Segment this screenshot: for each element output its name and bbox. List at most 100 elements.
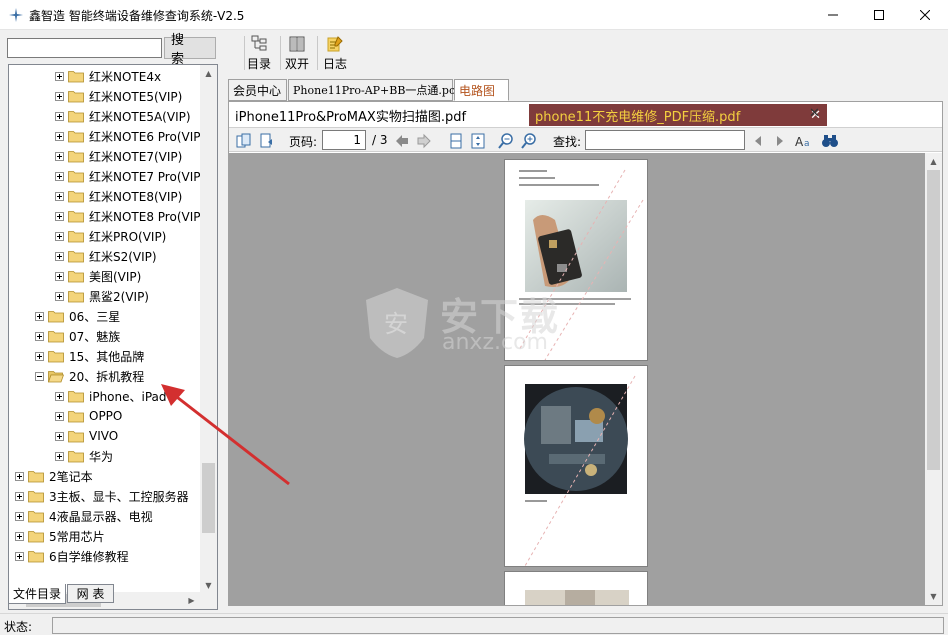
expand-icon[interactable] <box>55 131 64 141</box>
tree-item[interactable]: 红米NOTE4x <box>55 66 161 86</box>
expand-icon[interactable] <box>35 331 44 341</box>
fit-page-button[interactable] <box>258 132 276 150</box>
split-view-label: 双开 <box>284 57 309 71</box>
fit-to-window-button[interactable] <box>469 132 487 150</box>
collapse-icon[interactable] <box>35 371 44 381</box>
folder-icon <box>68 390 84 402</box>
tree-item[interactable]: 4液晶显示器、电视 <box>15 506 153 526</box>
tab-pcb-file[interactable]: Phone11Pro-AP+BB一点通.pcb <box>288 79 462 101</box>
close-tab-icon[interactable]: ✕ <box>809 106 820 121</box>
tree-item[interactable]: 红米NOTE5A(VIP) <box>55 106 191 126</box>
tree-item[interactable]: 5常用芯片 <box>15 526 105 546</box>
tab-netlist[interactable]: 网 表 <box>67 584 114 603</box>
expand-icon[interactable] <box>15 531 24 541</box>
pdf-toolbar: 页码: 1 / 3 查找: A a <box>229 127 942 152</box>
tree-item[interactable]: iPhone、iPad <box>55 386 167 406</box>
tree-item[interactable]: 红米NOTE8 Pro(VIP <box>55 206 200 226</box>
tab-member-center[interactable]: 会员中心 <box>228 79 287 101</box>
scroll-down-icon[interactable]: ▼ <box>925 588 942 605</box>
zoom-out-button[interactable] <box>520 132 538 150</box>
expand-icon[interactable] <box>55 231 64 241</box>
pdf-page-view[interactable]: ▲ ▼ <box>229 153 942 605</box>
scroll-up-icon[interactable]: ▲ <box>200 65 217 82</box>
tree-item[interactable]: 红米NOTE8(VIP) <box>55 186 182 206</box>
expand-icon[interactable] <box>55 451 64 461</box>
expand-icon[interactable] <box>55 251 64 261</box>
tab-file-directory[interactable]: 文件目录 <box>8 584 66 604</box>
file-tree[interactable]: 红米NOTE4x 红米NOTE5(VIP) 红米NOTE5A(VIP) 红米NOTE6… <box>8 64 218 610</box>
log-button[interactable]: 日志 <box>320 33 350 73</box>
tree-item[interactable]: 红米NOTE7(VIP) <box>55 146 182 166</box>
scroll-thumb[interactable] <box>927 170 940 470</box>
split-view-button[interactable]: 双开 <box>282 33 312 73</box>
close-button[interactable] <box>902 0 948 30</box>
zoom-in-button[interactable] <box>497 132 515 150</box>
tree-item[interactable]: 红米S2(VIP) <box>55 246 157 266</box>
folder-icon <box>68 430 84 442</box>
expand-icon[interactable] <box>55 91 64 101</box>
tree-item[interactable]: 黑鲨2(VIP) <box>55 286 149 306</box>
search-input[interactable] <box>7 38 162 58</box>
expand-icon[interactable] <box>55 271 64 281</box>
match-case-button[interactable]: Aa <box>795 132 813 150</box>
expand-icon[interactable] <box>15 491 24 501</box>
expand-icon[interactable] <box>55 291 64 301</box>
tree-item[interactable]: 美图(VIP) <box>55 266 141 286</box>
expand-icon[interactable] <box>15 511 24 521</box>
tree-item[interactable]: VIVO <box>55 426 118 446</box>
single-page-button[interactable] <box>447 132 465 150</box>
expand-icon[interactable] <box>55 411 64 421</box>
tree-item[interactable]: 红米PRO(VIP) <box>55 226 166 246</box>
tree-item-label: 美图(VIP) <box>89 269 142 284</box>
minimize-button[interactable] <box>810 0 856 30</box>
catalog-button[interactable]: 目录 <box>244 33 274 73</box>
scroll-right-icon[interactable]: ▶ <box>183 592 200 609</box>
next-page-button[interactable] <box>415 132 433 150</box>
pdf-vertical-scrollbar[interactable]: ▲ ▼ <box>925 153 942 605</box>
search-button[interactable]: 搜 索 <box>164 33 216 67</box>
expand-icon[interactable] <box>35 351 44 361</box>
tree-vertical-scrollbar[interactable]: ▲ ▼ <box>200 65 217 594</box>
find-next-button[interactable] <box>771 132 789 150</box>
tree-item[interactable]: OPPO <box>55 406 122 426</box>
expand-icon[interactable] <box>15 471 24 481</box>
find-all-button[interactable] <box>821 132 839 150</box>
maximize-icon <box>874 10 884 20</box>
status-label: 状态: <box>4 620 33 634</box>
expand-icon[interactable] <box>55 171 64 181</box>
tree-item[interactable]: 红米NOTE7 Pro(VIP <box>55 166 200 186</box>
fit-width-button[interactable] <box>235 132 253 150</box>
scroll-up-icon[interactable]: ▲ <box>925 153 942 170</box>
page-export-icon <box>236 133 251 148</box>
tree-item[interactable]: 07、魅族 <box>35 326 120 346</box>
expand-icon[interactable] <box>55 191 64 201</box>
tree-item[interactable]: 红米NOTE6 Pro(VIP <box>55 126 200 146</box>
fit-window-icon <box>471 133 485 149</box>
find-input[interactable] <box>585 130 745 150</box>
expand-icon[interactable] <box>55 391 64 401</box>
tree-item[interactable]: 6自学维修教程 <box>15 546 129 566</box>
tab-schematic[interactable]: 电路图 <box>454 79 509 101</box>
shield-logo-icon: 安 <box>366 288 428 358</box>
expand-icon[interactable] <box>35 311 44 321</box>
tree-item[interactable]: 华为 <box>55 446 113 466</box>
pdf-tab-charging-repair[interactable]: phone11不充电维修_PDF压缩.pdf ✕ <box>529 104 827 126</box>
expand-icon[interactable] <box>55 211 64 221</box>
prev-page-button[interactable] <box>393 132 411 150</box>
tree-item[interactable]: 红米NOTE5(VIP) <box>55 86 182 106</box>
expand-icon[interactable] <box>55 111 64 121</box>
find-prev-button[interactable] <box>749 132 767 150</box>
tree-item[interactable]: 15、其他品牌 <box>35 346 144 366</box>
page-number-input[interactable]: 1 <box>322 130 366 150</box>
tree-item[interactable]: 06、三星 <box>35 306 120 326</box>
expand-icon[interactable] <box>55 431 64 441</box>
folder-icon <box>68 130 84 142</box>
expand-icon[interactable] <box>15 551 24 561</box>
tree-item[interactable]: 2笔记本 <box>15 466 93 486</box>
expand-icon[interactable] <box>55 151 64 161</box>
pdf-tab-scan[interactable]: iPhone11Pro&ProMAX实物扫描图.pdf <box>229 104 529 126</box>
match-case-icon: Aa <box>795 135 810 149</box>
expand-icon[interactable] <box>55 71 64 81</box>
tree-item[interactable]: 20、拆机教程 <box>35 366 144 386</box>
maximize-button[interactable] <box>856 0 902 30</box>
